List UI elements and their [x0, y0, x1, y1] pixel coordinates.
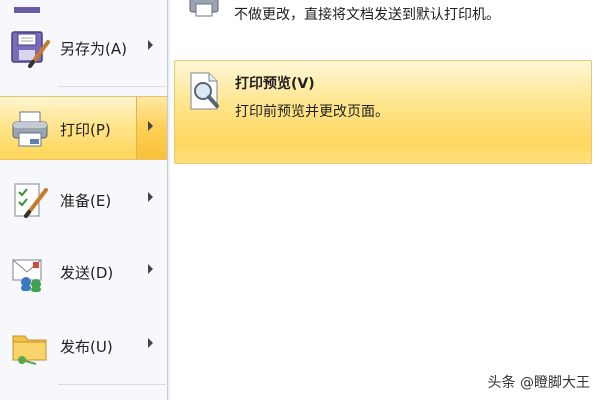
menu-separator [58, 384, 166, 385]
submenu-arrow-icon [148, 264, 153, 274]
menu-item-label: 另存为(A) [60, 40, 127, 58]
submenu-item-description: 不做更改，直接将文档发送到默认打印机。 [234, 7, 500, 23]
submenu-arrow-icon [148, 40, 153, 50]
save-as-icon [10, 28, 50, 68]
partial-icon [14, 7, 40, 13]
printer-icon [10, 109, 50, 149]
prepare-document-icon [10, 180, 50, 220]
submenu-item-description: 打印前预览并更改页面。 [235, 104, 389, 120]
submenu-arrow-icon [148, 338, 153, 348]
submenu-arrow-icon [148, 192, 153, 202]
menu-item-save-as[interactable]: 另存为(A) [0, 16, 167, 80]
menu-item-prepare[interactable]: 准备(E) [0, 168, 167, 232]
menu-item-label: 打印(P) [60, 121, 111, 139]
publish-folder-icon [10, 326, 50, 366]
submenu-item-quick-print[interactable]: 不做更改，直接将文档发送到默认打印机。 [174, 0, 592, 46]
menu-separator [58, 86, 166, 87]
menu-item-publish[interactable]: 发布(U) [0, 314, 167, 378]
menu-item-label: 发送(D) [60, 264, 114, 282]
menu-command-pane: 另存为(A) 打印(P) 准备(E) 发送(D) 发布(U) [0, 0, 168, 400]
submenu-item-title: 打印预览(V) [235, 76, 315, 92]
office-button-menu: 另存为(A) 打印(P) 准备(E) 发送(D) 发布(U) 不做更改，直接将文… [0, 0, 600, 400]
menu-item-label: 准备(E) [60, 192, 112, 210]
submenu-arrow-icon [148, 121, 153, 131]
print-preview-icon [187, 71, 225, 111]
cut-off-menu-item [10, 0, 50, 13]
menu-item-print[interactable]: 打印(P) [0, 96, 168, 160]
menu-item-send[interactable]: 发送(D) [0, 240, 167, 304]
quick-print-icon [186, 0, 224, 22]
menu-item-label: 发布(U) [60, 338, 113, 356]
submenu-item-print-preview[interactable]: 打印预览(V) 打印前预览并更改页面。 [174, 60, 592, 164]
watermark-text: 头条 @瞪脚大王 [487, 375, 590, 391]
send-icon [10, 252, 50, 292]
